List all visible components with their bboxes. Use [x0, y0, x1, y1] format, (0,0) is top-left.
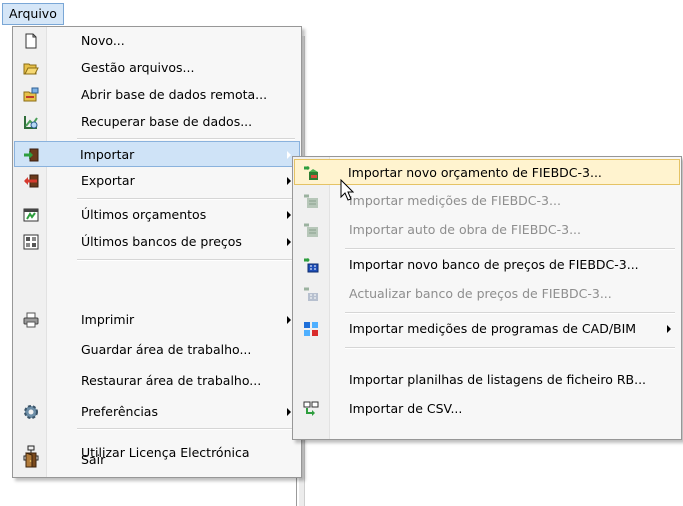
menu-arquivo[interactable]: Arquivo — [2, 3, 64, 25]
menu-item-label: Restaurar área de trabalho... — [81, 373, 262, 388]
menu-item-imprimir[interactable]: Imprimir — [15, 307, 299, 333]
menu-item-label: Abrir base de dados remota... — [81, 87, 268, 102]
menu-item-novo[interactable]: Novo... — [15, 28, 299, 54]
menu-item-recuperar[interactable]: Recuperar base de dados... — [15, 109, 299, 135]
submenu-separator — [345, 248, 675, 250]
import-measurements-icon — [304, 194, 318, 208]
submenu-item-actualizar-banco[interactable]: Actualizar banco de preços de FIEBDC-3..… — [295, 281, 679, 307]
recover-database-icon — [24, 116, 38, 129]
menu-item-preferencias[interactable]: Preferências — [15, 399, 299, 425]
submenu-arrow-icon — [287, 211, 291, 219]
menubar: Arquivo — [0, 0, 683, 26]
submenu-separator — [345, 347, 675, 349]
recent-budgets-icon — [23, 208, 39, 222]
export-icon — [24, 174, 39, 188]
menu-item-sair[interactable]: Sair — [15, 447, 299, 473]
menu-item-ultimos-bancos[interactable]: Últimos bancos de preços — [15, 229, 299, 255]
exit-door-icon — [25, 452, 37, 468]
menu-item-label: Gestão arquivos... — [81, 60, 195, 75]
submenu-arrow-icon — [287, 177, 291, 185]
import-icon — [24, 148, 39, 162]
import-work-record-icon — [304, 223, 318, 237]
menu-item-label: Exportar — [81, 173, 135, 188]
menu-item-label: Recuperar base de dados... — [81, 114, 253, 129]
submenu-item-label: Importar de CSV... — [349, 401, 463, 416]
new-document-icon — [25, 33, 37, 49]
submenu-item-cad-bim[interactable]: Importar medições de programas de CAD/BI… — [295, 316, 679, 342]
import-budget-icon — [304, 166, 318, 180]
folder-open-icon — [23, 63, 39, 75]
import-csv-icon — [303, 401, 319, 416]
submenu-item-label: Importar medições de programas de CAD/BI… — [349, 321, 637, 336]
submenu-item-planilhas-rb[interactable]: Importar planilhas de listagens de fiche… — [295, 367, 679, 393]
submenu-arrow-icon — [287, 238, 291, 246]
menu-item-restaurar[interactable]: Restaurar área de trabalho... — [15, 368, 299, 394]
submenu-arrow-icon — [667, 325, 671, 333]
submenu-item-label: Actualizar banco de preços de FIEBDC-3..… — [349, 286, 612, 301]
menu-item-label: Guardar área de trabalho... — [81, 342, 252, 357]
submenu-arrow-icon — [287, 316, 291, 324]
recent-price-banks-icon — [23, 234, 39, 250]
menu-item-label: Novo... — [81, 33, 125, 48]
update-price-bank-icon — [304, 287, 318, 301]
submenu-item-label: Importar medições de FIEBDC-3... — [349, 193, 561, 208]
submenu-item-label: Importar planilhas de listagens de fiche… — [349, 372, 647, 387]
menu-item-label: Últimos orçamentos — [81, 207, 207, 222]
menu-separator — [77, 428, 295, 430]
menu-item-label: Sair — [81, 452, 106, 467]
import-price-bank-icon — [304, 258, 319, 273]
menu-separator — [77, 198, 295, 200]
cad-bim-icon — [304, 322, 318, 336]
submenu-arrow-icon — [287, 151, 291, 159]
menu-item-gestao[interactable]: Gestão arquivos... — [15, 55, 299, 81]
menu-item-ultimos-orcamentos[interactable]: Últimos orçamentos — [15, 202, 299, 228]
file-menu: Novo... Gestão arquivos... Abrir base de… — [12, 26, 302, 478]
remote-database-icon — [23, 87, 39, 102]
submenu-arrow-icon — [287, 408, 291, 416]
menu-item-label: Preferências — [81, 404, 158, 419]
submenu-item-auto-obra[interactable]: Importar auto de obra de FIEBDC-3... — [295, 217, 679, 243]
submenu-separator — [345, 312, 675, 314]
printer-icon — [23, 312, 39, 328]
menu-separator — [77, 259, 295, 261]
submenu-item-label: Importar auto de obra de FIEBDC-3... — [349, 222, 582, 237]
menu-separator — [77, 138, 295, 140]
menu-item-abrir-remota[interactable]: Abrir base de dados remota... — [15, 82, 299, 108]
submenu-item-csv[interactable]: Importar de CSV... — [295, 396, 679, 422]
menu-item-label: Últimos bancos de preços — [81, 234, 242, 249]
menu-item-label: Imprimir — [81, 312, 135, 327]
menu-item-label: Importar — [80, 147, 135, 162]
menu-item-importar[interactable]: Importar — [14, 141, 300, 167]
submenu-item-novo-banco[interactable]: Importar novo banco de preços de FIEBDC-… — [295, 252, 679, 278]
gear-icon — [24, 405, 38, 419]
menu-item-guardar[interactable]: Guardar área de trabalho... — [15, 337, 299, 363]
menu-item-exportar[interactable]: Exportar — [15, 168, 299, 194]
submenu-item-label: Importar novo orçamento de FIEBDC-3... — [348, 165, 602, 180]
submenu-item-label: Importar novo banco de preços de FIEBDC-… — [349, 257, 639, 272]
mouse-cursor-icon — [340, 179, 354, 201]
